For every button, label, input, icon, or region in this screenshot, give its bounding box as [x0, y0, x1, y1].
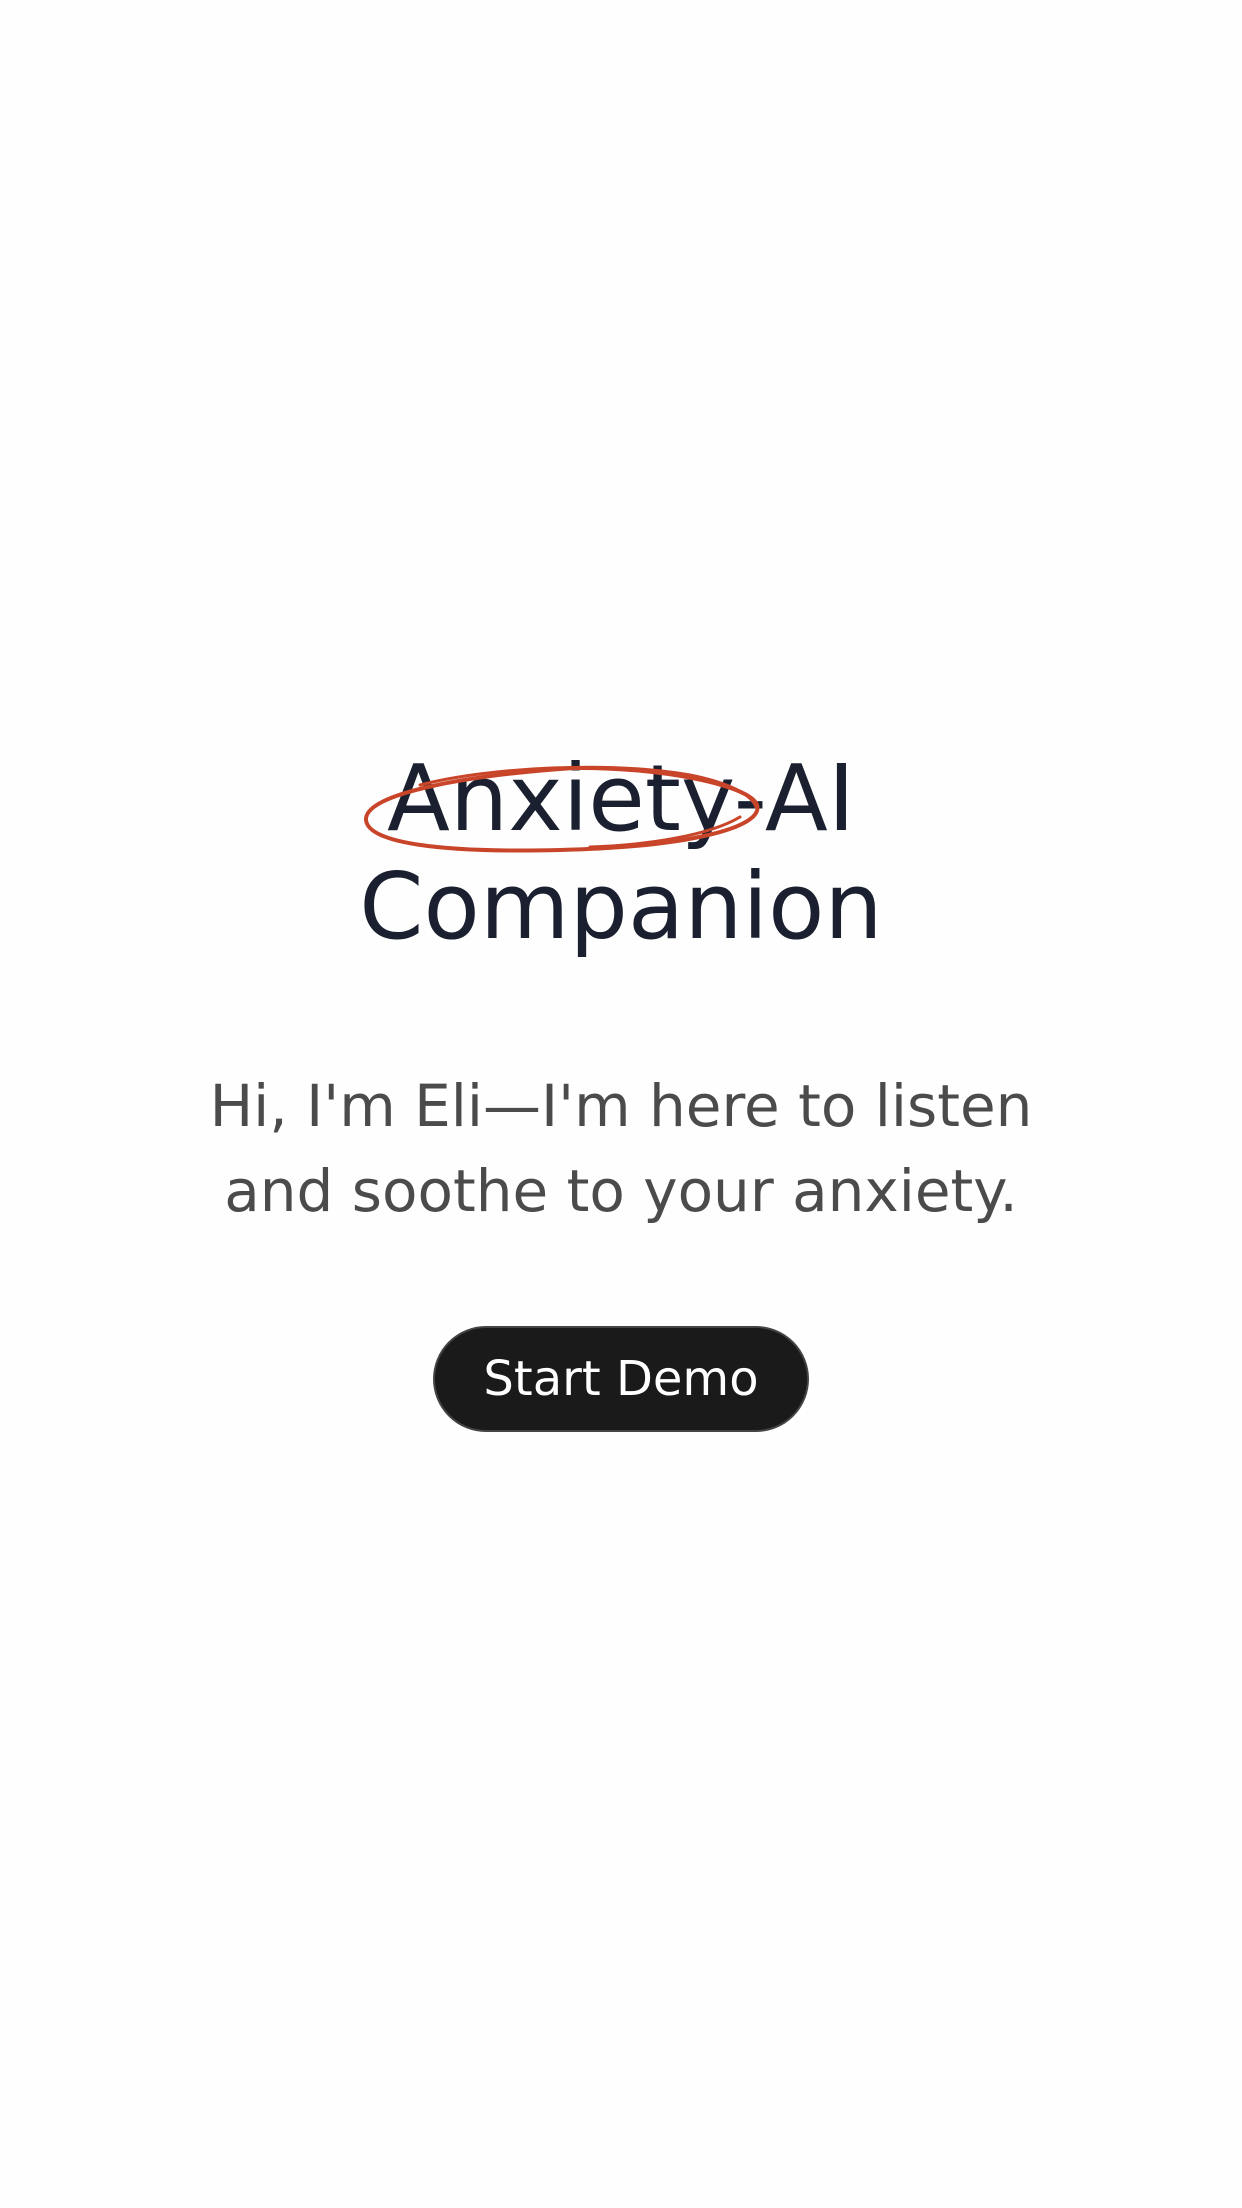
title-line-2: Companion [359, 853, 883, 960]
intro-text: Hi, I'm Eli—I'm here to listen and sooth… [0, 1064, 1242, 1234]
intro-line-1: Hi, I'm Eli—I'm here to listen [209, 1072, 1033, 1140]
title-line-1: Anxiety-AI [387, 745, 855, 852]
page-title: Anxiety-AI Companion [0, 745, 1242, 961]
start-demo-button[interactable]: Start Demo [433, 1326, 809, 1432]
intro-line-2: and soothe to your anxiety. [224, 1157, 1018, 1225]
